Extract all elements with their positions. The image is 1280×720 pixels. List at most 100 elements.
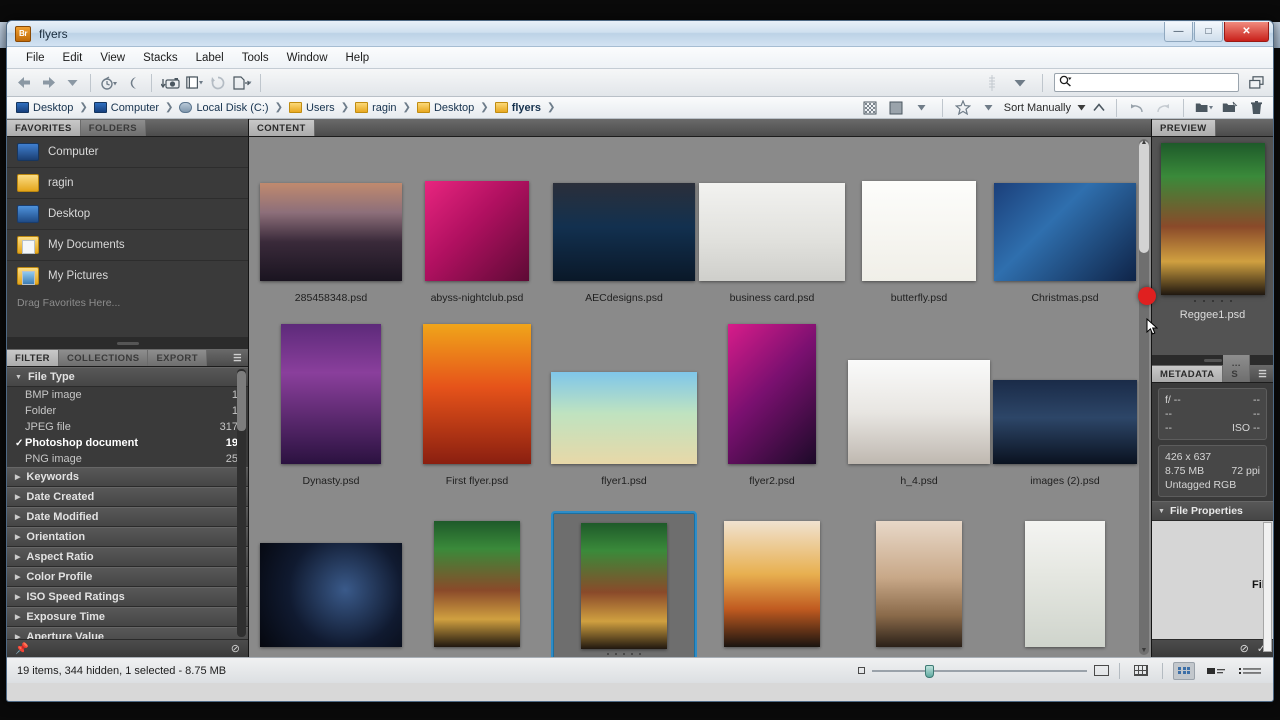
- tab-collections[interactable]: COLLECTIONS: [58, 350, 149, 366]
- menu-help[interactable]: Help: [337, 49, 379, 67]
- filter-row-bmp[interactable]: BMP image 1: [7, 387, 248, 403]
- large-thumbnail-icon[interactable]: [1094, 665, 1109, 676]
- tab-folders[interactable]: FOLDERS: [80, 120, 146, 136]
- menu-stacks[interactable]: Stacks: [134, 49, 187, 67]
- undo-icon[interactable]: [1126, 97, 1148, 119]
- filter-group-color-profile[interactable]: ▶ Color Profile: [7, 567, 248, 587]
- refine-icon[interactable]: [183, 72, 205, 94]
- thumbnail-image[interactable]: [699, 183, 845, 281]
- thumbnail-cell[interactable]: Reggee.psd: [405, 511, 549, 657]
- thumbnail-image[interactable]: [434, 521, 520, 647]
- minimize-button[interactable]: —: [1164, 22, 1193, 42]
- thumbnail-image[interactable]: [876, 521, 962, 647]
- boomerang-icon[interactable]: [122, 72, 144, 94]
- breadcrumb-item-3[interactable]: Users: [286, 101, 338, 115]
- filter-row-png[interactable]: PNG image 25: [7, 451, 248, 467]
- thumbnail-cell-selected[interactable]: Reggee1.psd: [551, 511, 697, 657]
- sort-direction-icon[interactable]: [1091, 97, 1107, 119]
- list-view-button[interactable]: [1237, 662, 1263, 680]
- rating-dots[interactable]: [607, 649, 641, 657]
- thumbnail-cell[interactable]: flyer1.psd: [551, 328, 697, 511]
- forward-arrow-icon[interactable]: [37, 72, 59, 94]
- thumbnail-image[interactable]: [260, 183, 402, 281]
- search-input[interactable]: [1075, 76, 1225, 89]
- redo-icon[interactable]: [1152, 97, 1174, 119]
- menu-window[interactable]: Window: [278, 49, 337, 67]
- thumbnail-cell[interactable]: abyss-nightclub.psd: [405, 145, 549, 328]
- workspace-dropdown-icon[interactable]: [1009, 72, 1031, 94]
- search-box[interactable]: [1054, 73, 1239, 92]
- tab-metadata[interactable]: METADATA: [1152, 366, 1224, 382]
- thumbnail-image[interactable]: [425, 181, 529, 281]
- filter-group-date-modified[interactable]: ▶ Date Modified: [7, 507, 248, 527]
- metadata-section-file-properties[interactable]: ▼ File Properties: [1152, 501, 1273, 521]
- filter-group-orientation[interactable]: ▶ Orientation: [7, 527, 248, 547]
- chevron-down-icon[interactable]: [978, 97, 1000, 119]
- pin-icon[interactable]: 📌: [15, 642, 29, 655]
- filter-row-folder[interactable]: Folder 1: [7, 403, 248, 419]
- panel-splitter[interactable]: [7, 337, 248, 349]
- filter-swatch-icon[interactable]: [885, 97, 907, 119]
- content-scrollbar-thumb[interactable]: [1139, 141, 1149, 253]
- breadcrumb-item-5[interactable]: Desktop: [414, 101, 477, 115]
- thumbnail-image[interactable]: [724, 521, 820, 647]
- filter-group-keywords[interactable]: ▶ Keywords: [7, 467, 248, 487]
- delete-icon[interactable]: [1245, 97, 1267, 119]
- slider-knob[interactable]: [925, 664, 934, 678]
- tab-content[interactable]: CONTENT: [249, 120, 315, 136]
- thumbnail-cell[interactable]: butterfly.psd: [847, 145, 991, 328]
- tab-preview[interactable]: PREVIEW: [1152, 120, 1216, 136]
- thumbnail-image[interactable]: [581, 523, 667, 649]
- preview-image[interactable]: [1160, 143, 1265, 295]
- menu-edit[interactable]: Edit: [54, 49, 92, 67]
- panel-menu-icon[interactable]: ☰: [225, 350, 248, 366]
- thumbnail-cell[interactable]: business card.psd: [699, 145, 845, 328]
- workspace-slider-icon[interactable]: [981, 72, 1003, 94]
- menu-label[interactable]: Label: [187, 49, 233, 67]
- menu-file[interactable]: File: [17, 49, 54, 67]
- breadcrumb-item-4[interactable]: ragin: [352, 101, 399, 115]
- thumbnail-cell[interactable]: flyer2.psd: [699, 324, 845, 511]
- filter-group-aspect-ratio[interactable]: ▶ Aspect Ratio: [7, 547, 248, 567]
- metadata-panel-menu-icon[interactable]: ☰: [1250, 366, 1273, 382]
- new-folder-icon[interactable]: [1219, 97, 1241, 119]
- thumbnail-image[interactable]: [281, 324, 381, 464]
- details-view-button[interactable]: [1205, 662, 1227, 680]
- maximize-button[interactable]: □: [1194, 22, 1223, 42]
- thumbnail-view-button[interactable]: [1173, 661, 1195, 680]
- thumbnail-image[interactable]: [260, 543, 402, 647]
- thumbnail-image[interactable]: [848, 360, 990, 464]
- preview-rating-dots[interactable]: [1193, 295, 1232, 307]
- thumbnail-grid-wrapper[interactable]: 285458348.psd abyss-nightclub.psd AECdesig…: [249, 137, 1151, 657]
- small-thumbnail-icon[interactable]: [858, 667, 865, 674]
- photo-downloader-icon[interactable]: [159, 72, 181, 94]
- sort-dropdown-icon[interactable]: [1075, 97, 1087, 119]
- slider-track[interactable]: [872, 664, 1087, 678]
- favorite-item-desktop[interactable]: Desktop: [7, 199, 248, 229]
- filter-row-jpeg[interactable]: JPEG file 317: [7, 419, 248, 435]
- thumbnail-cell[interactable]: 285458348.psd: [259, 145, 403, 328]
- filter-row-photoshop-document[interactable]: ✓ Photoshop document 19: [7, 435, 248, 451]
- breadcrumb-item-0[interactable]: Desktop: [13, 101, 76, 115]
- chevron-down-icon[interactable]: [911, 97, 933, 119]
- thumbnail-image[interactable]: [728, 324, 816, 464]
- filter-group-date-created[interactable]: ▶ Date Created: [7, 487, 248, 507]
- thumbnail-cell[interactable]: second.psd: [699, 511, 845, 657]
- filter-group-iso-speed-ratings[interactable]: ▶ ISO Speed Ratings: [7, 587, 248, 607]
- favorite-item-my-pictures[interactable]: My Pictures: [7, 261, 248, 291]
- thumbnail-image[interactable]: [994, 183, 1136, 281]
- thumbnail-cell[interactable]: h_4.psd: [847, 328, 991, 511]
- thumbnail-image[interactable]: [423, 324, 531, 464]
- filter-group-exposure-time[interactable]: ▶ Exposure Time: [7, 607, 248, 627]
- scroll-up-arrow[interactable]: ▲: [1139, 138, 1149, 148]
- star-rating-icon[interactable]: [952, 97, 974, 119]
- tab-favorites[interactable]: FAVORITES: [7, 120, 81, 136]
- recent-dropdown-icon[interactable]: [98, 72, 120, 94]
- clear-filter-icon[interactable]: ⊘: [231, 642, 240, 655]
- favorite-item-my-documents[interactable]: My Documents: [7, 230, 248, 260]
- tab-keywords[interactable]: …S: [1223, 355, 1251, 382]
- sort-label[interactable]: Sort Manually: [1004, 102, 1071, 114]
- compact-mode-icon[interactable]: [1245, 72, 1267, 94]
- menu-tools[interactable]: Tools: [233, 49, 278, 67]
- thumbnail-cell[interactable]: third flyer.psd: [847, 511, 991, 657]
